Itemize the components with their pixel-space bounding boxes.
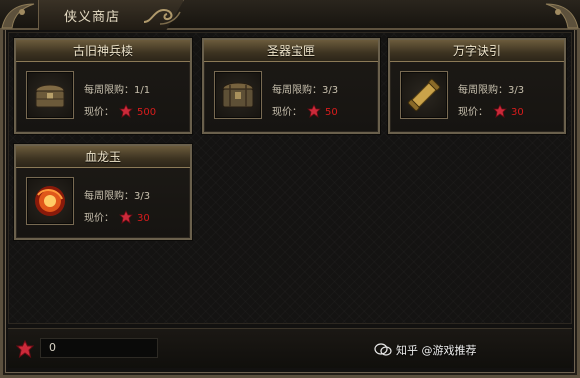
weekly-limit: 每周限购：1/1 [84,81,150,96]
limit-label: 每周限购： [84,191,134,202]
price-label: 现价： [84,107,114,118]
red-gem-icon [16,340,34,358]
weekly-limit: 每周限购：3/3 [272,81,338,96]
price-value: 30 [137,213,150,224]
red-gem-icon [119,104,133,118]
item-name: 万字诀引 [452,44,501,58]
price-label: 现价： [458,107,488,118]
wechat-logo-icon [374,343,392,356]
item-name-header: 血龙玉 [16,146,190,168]
price-label: 现价： [272,107,302,118]
limit-value: 3/3 [322,85,339,96]
item-name-header: 圣器宝匣 [204,40,378,62]
swirl-ornament-icon [143,8,181,25]
item-icon-slot[interactable] [214,71,262,119]
limit-value: 1/1 [134,85,151,96]
price-row: 现价： 30 [84,209,150,224]
price-label: 现价： [84,213,114,224]
limit-label: 每周限购： [272,85,322,96]
item-name-header: 古旧神兵椟 [16,40,190,62]
price-value: 30 [511,107,524,118]
shop-item-card[interactable]: 血龙玉 每周限购：3/3 现价： 30 [14,144,192,240]
price-value: 50 [325,107,338,118]
chest-icon [35,84,65,108]
price-row: 现价： 50 [272,103,338,118]
item-name-header: 万字诀引 [390,40,564,62]
item-name: 圣器宝匣 [266,44,315,58]
red-gem-icon [307,104,321,118]
shop-item-card[interactable]: 万字诀引 每周限购：3/3 现价： 30 [388,38,566,134]
dragon-ornament-icon [1,3,35,29]
limit-value: 3/3 [134,191,151,202]
currency-balance-field: 0 [40,338,158,358]
shop-item-card[interactable]: 古旧神兵椟 每周限购：1/1 现价： 500 [14,38,192,134]
red-gem-icon [119,210,133,224]
item-icon-slot[interactable] [26,71,74,119]
title-bar: 侠义商店 [0,0,580,30]
weekly-limit: 每周限购：3/3 [84,187,150,202]
price-value: 500 [137,107,157,118]
item-name: 古旧神兵椟 [72,44,133,58]
item-icon-slot[interactable] [26,177,74,225]
currency-balance: 0 [49,341,56,354]
shop-item-card[interactable]: 圣器宝匣 每周限购：3/3 现价： 50 [202,38,380,134]
item-icon-slot[interactable] [400,71,448,119]
limit-label: 每周限购： [84,85,134,96]
price-row: 现价： 500 [84,103,156,118]
jade-orb-icon [35,186,65,216]
watermark: 知乎 @游戏推荐 [396,344,477,357]
limit-value: 3/3 [508,85,525,96]
dragon-ornament-icon [545,3,579,29]
shop-title: 侠义商店 [64,10,121,25]
limit-label: 每周限购： [458,85,508,96]
item-name: 血龙玉 [84,150,121,164]
weekly-limit: 每周限购：3/3 [458,81,524,96]
treasure-box-icon [222,82,254,108]
red-gem-icon [493,104,507,118]
price-row: 现价： 30 [458,103,524,118]
scroll-icon [407,78,441,112]
